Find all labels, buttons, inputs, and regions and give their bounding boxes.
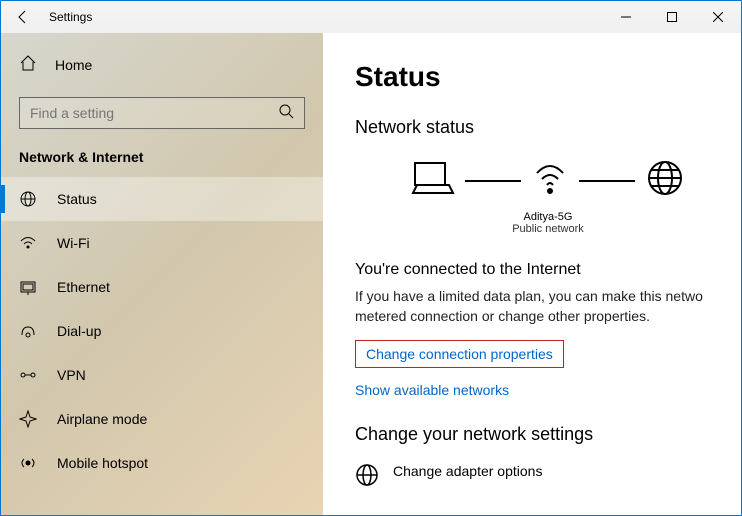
change-settings-heading: Change your network settings — [355, 424, 741, 445]
ethernet-icon — [19, 278, 39, 296]
network-diagram — [355, 158, 741, 203]
status-icon — [19, 190, 39, 208]
nav-item-hotspot[interactable]: Mobile hotspot — [1, 441, 323, 485]
nav-item-ethernet[interactable]: Ethernet — [1, 265, 323, 309]
nav-item-vpn[interactable]: VPN — [1, 353, 323, 397]
window-title: Settings — [49, 10, 92, 24]
change-properties-link[interactable]: Change connection properties — [355, 340, 564, 368]
globe-icon — [645, 158, 685, 203]
category-heading: Network & Internet — [19, 149, 305, 165]
network-status-heading: Network status — [355, 117, 741, 138]
computer-icon — [411, 159, 455, 202]
wifi-icon — [19, 234, 39, 252]
maximize-button[interactable] — [649, 1, 695, 33]
connected-description: If you have a limited data plan, you can… — [355, 287, 741, 326]
nav-item-airplane[interactable]: Airplane mode — [1, 397, 323, 441]
nav-label: Dial-up — [57, 323, 101, 339]
search-icon — [278, 103, 294, 124]
nav-item-dialup[interactable]: Dial-up — [1, 309, 323, 353]
show-networks-link[interactable]: Show available networks — [355, 382, 509, 398]
network-type: Public network — [355, 223, 741, 235]
airplane-icon — [19, 410, 39, 428]
adapter-globe-icon — [355, 463, 379, 492]
home-label: Home — [55, 57, 92, 73]
back-button[interactable] — [1, 1, 45, 33]
close-button[interactable] — [695, 1, 741, 33]
minimize-button[interactable] — [603, 1, 649, 33]
home-icon — [19, 54, 39, 77]
nav-item-status[interactable]: Status — [1, 177, 323, 221]
nav-item-wifi[interactable]: Wi-Fi — [1, 221, 323, 265]
dialup-icon — [19, 322, 39, 340]
page-title: Status — [355, 61, 741, 93]
nav-label: Ethernet — [57, 279, 110, 295]
home-button[interactable]: Home — [19, 45, 305, 85]
vpn-icon — [19, 366, 39, 384]
search-input[interactable] — [19, 97, 305, 129]
nav-label: Wi-Fi — [57, 235, 90, 251]
connected-heading: You're connected to the Internet — [355, 261, 741, 279]
change-adapter-options[interactable]: Change adapter options — [355, 463, 741, 492]
adapter-options-label: Change adapter options — [393, 463, 542, 479]
nav-label: Mobile hotspot — [57, 455, 148, 471]
hotspot-icon — [19, 454, 39, 472]
nav-label: VPN — [57, 367, 86, 383]
nav-label: Status — [57, 191, 97, 207]
wifi-router-icon — [531, 159, 569, 202]
nav-label: Airplane mode — [57, 411, 147, 427]
network-name: Aditya-5G — [355, 211, 741, 223]
